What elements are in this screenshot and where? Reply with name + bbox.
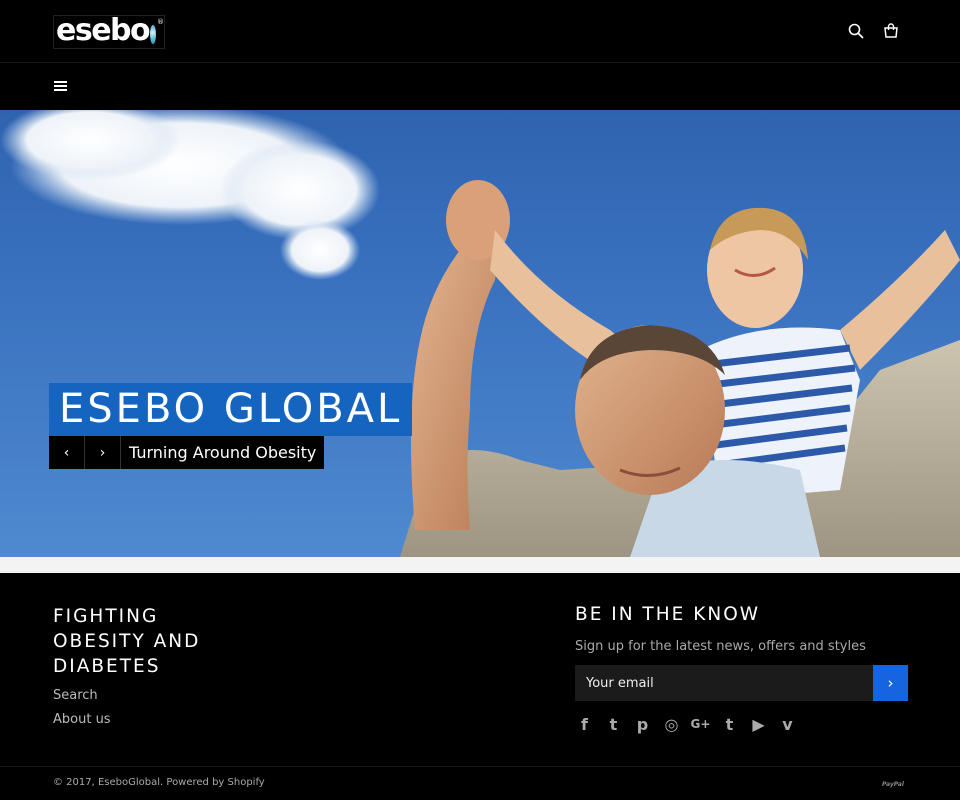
twitter-icon[interactable]: t	[604, 714, 623, 734]
footer-title: FIGHTING OBESITY AND DIABETES	[53, 606, 201, 677]
hero-slide-image	[0, 110, 960, 557]
social-links: f t p ◎ G+ t ▶ v	[575, 714, 797, 734]
vimeo-icon[interactable]: v	[778, 714, 797, 734]
hero-title: ESEBO GLOBAL	[49, 383, 413, 436]
slide-controls: ‹ › Turning Around Obesity	[49, 436, 325, 469]
hamburger-menu-icon[interactable]	[54, 81, 67, 91]
footer-link-about-us[interactable]: About us	[53, 712, 111, 727]
instagram-icon[interactable]: ◎	[662, 714, 681, 734]
footer-link-search[interactable]: Search	[53, 688, 98, 703]
chevron-right-icon: ›	[99, 444, 106, 461]
newsletter-title: BE IN THE KNOW	[575, 604, 761, 625]
chevron-right-icon: ›	[887, 674, 894, 692]
chevron-left-icon: ‹	[63, 444, 70, 461]
footer-divider	[0, 766, 960, 767]
nav-bar	[0, 63, 960, 110]
logo-ball-icon	[150, 24, 156, 44]
cart-icon[interactable]	[882, 22, 900, 40]
facebook-icon[interactable]: f	[575, 714, 594, 734]
youtube-icon[interactable]: ▶	[749, 714, 768, 734]
search-icon[interactable]	[847, 22, 865, 40]
google-plus-icon[interactable]: G+	[691, 714, 711, 734]
registered-mark: ®	[157, 18, 164, 26]
newsletter-submit-button[interactable]: ›	[873, 665, 908, 701]
hero-bottom-strip	[0, 557, 960, 573]
next-slide-button[interactable]: ›	[85, 436, 121, 469]
copyright-text: © 2017, EseboGlobal. Powered by Shopify	[53, 777, 265, 788]
newsletter-subtitle: Sign up for the latest news, offers and …	[575, 639, 866, 654]
pinterest-icon[interactable]: p	[633, 714, 652, 734]
paypal-payment-icon: PayPal	[882, 781, 904, 788]
brand-logo[interactable]: esebo ®	[53, 15, 165, 49]
tumblr-icon[interactable]: t	[720, 714, 739, 734]
slide-caption[interactable]: Turning Around Obesity	[121, 436, 325, 469]
logo-text: esebo	[56, 13, 151, 48]
hero-photo-illustration	[0, 110, 960, 557]
prev-slide-button[interactable]: ‹	[49, 436, 85, 469]
newsletter-email-input[interactable]	[575, 665, 873, 701]
